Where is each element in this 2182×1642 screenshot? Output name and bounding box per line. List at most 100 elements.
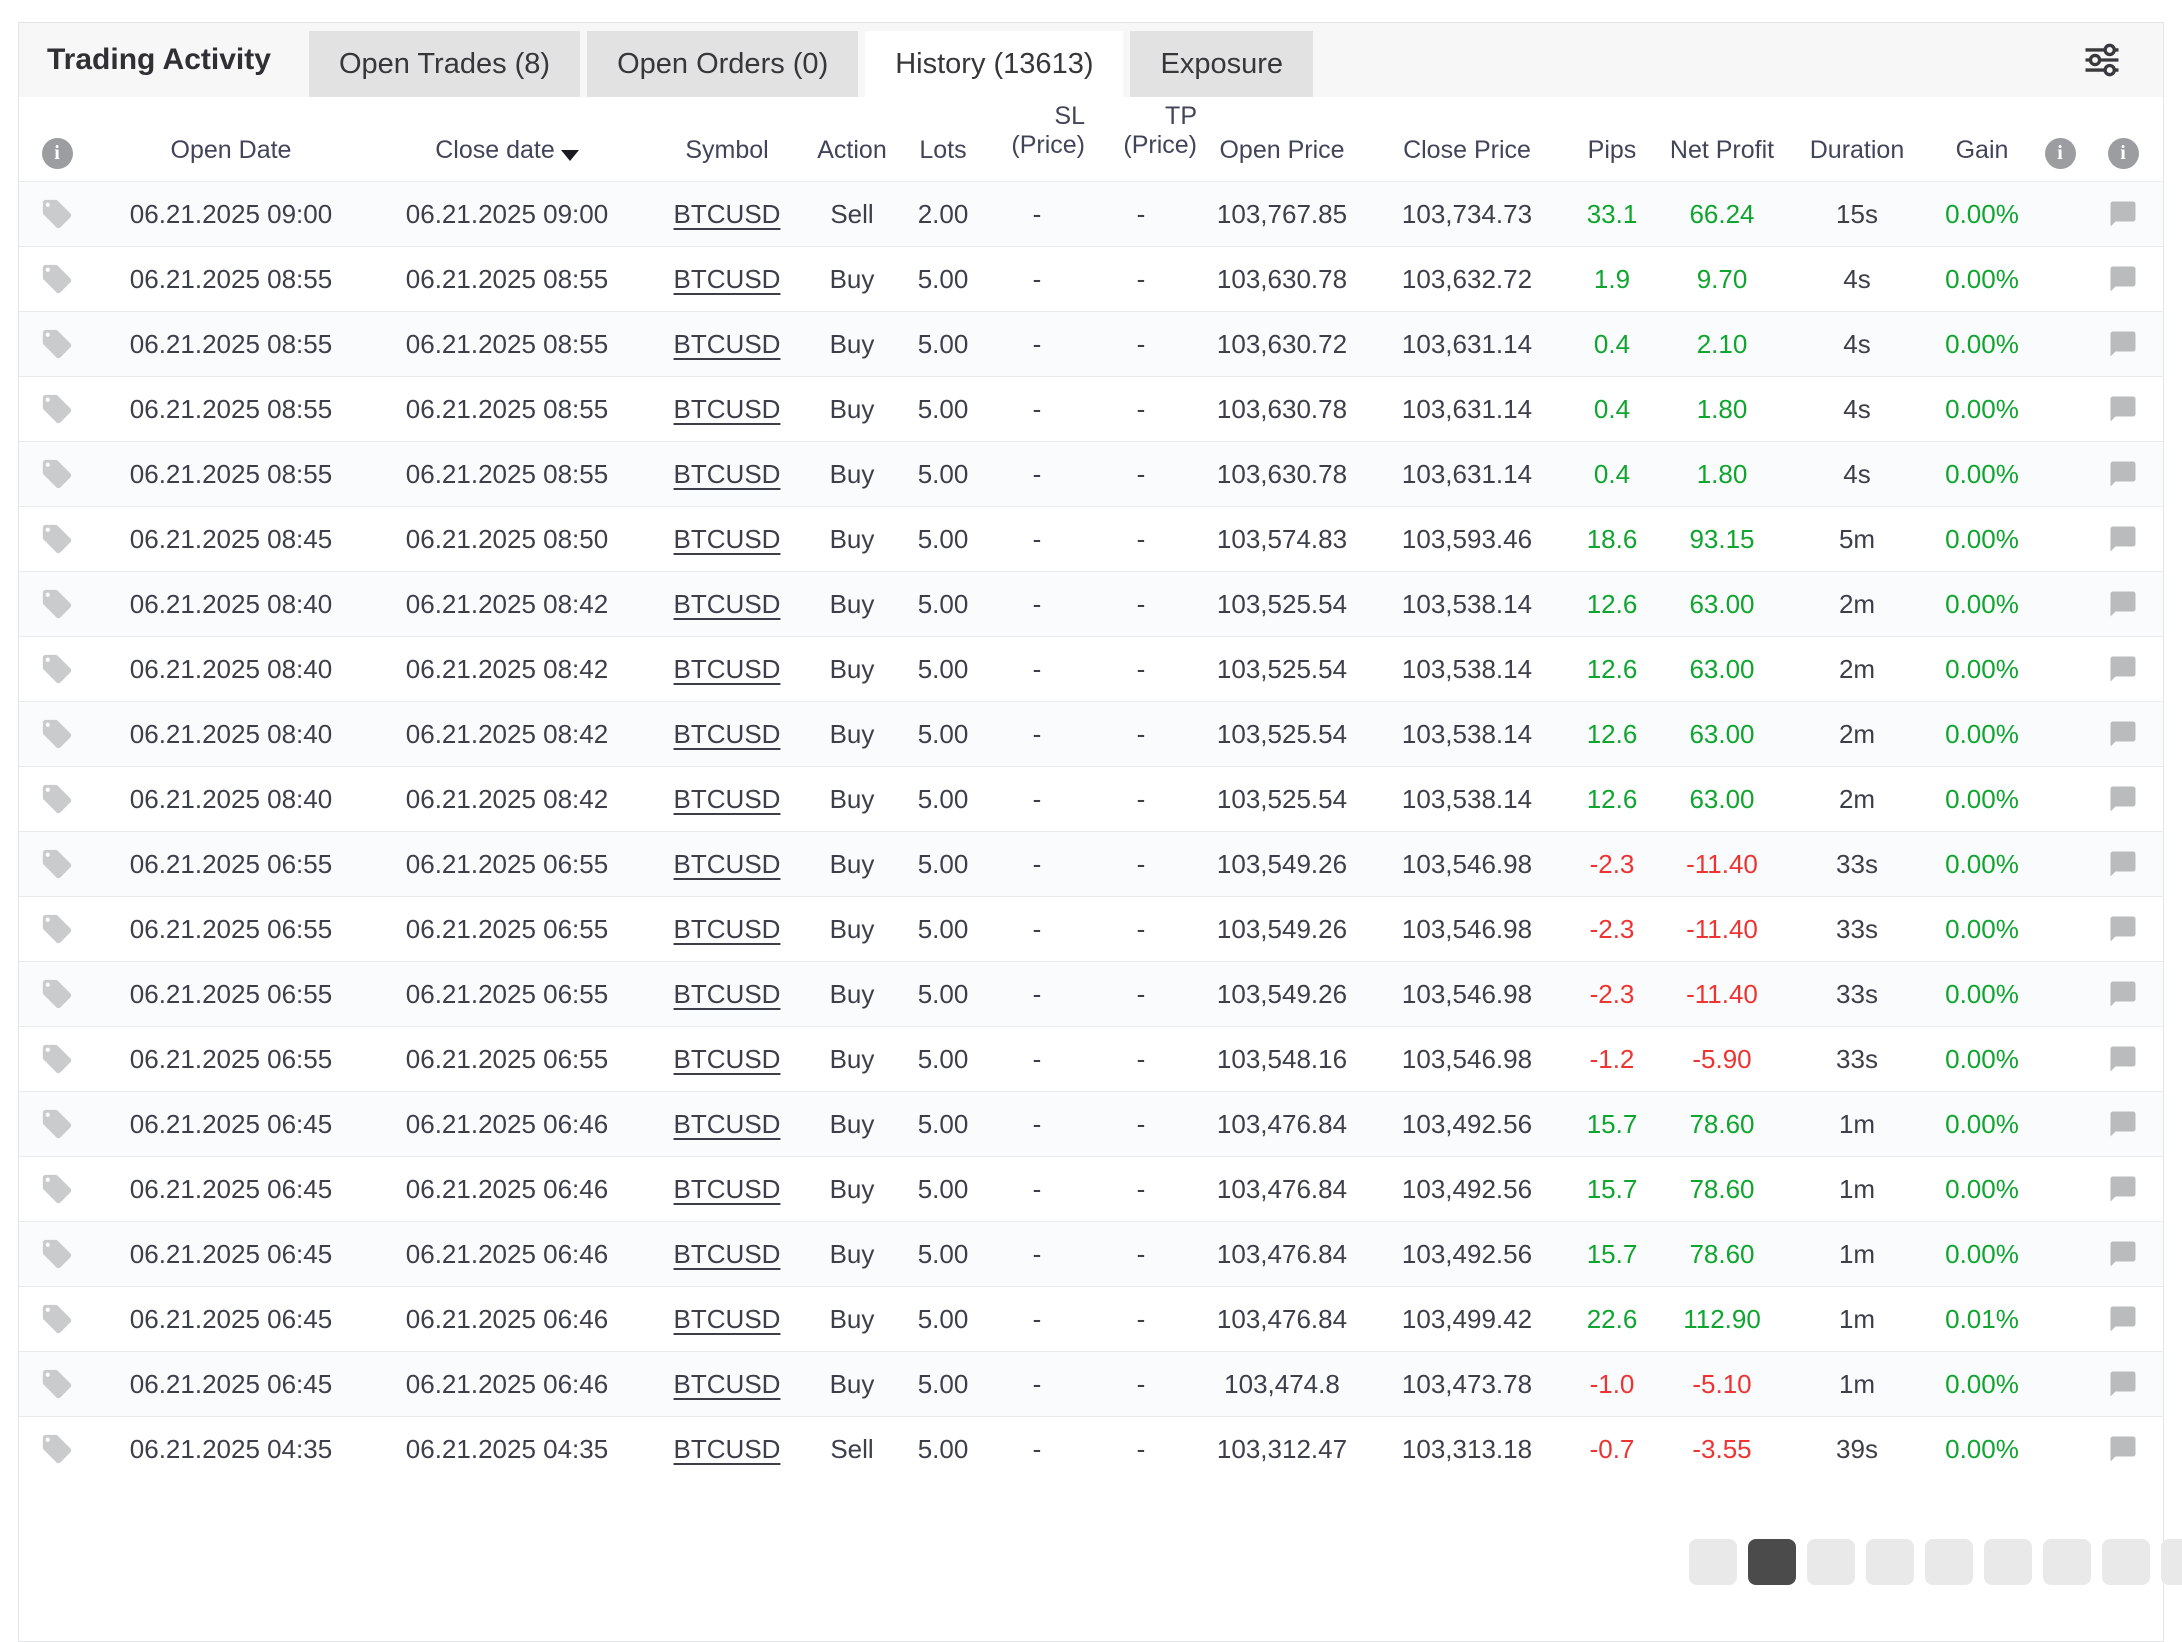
column-action[interactable]: Action [807, 97, 897, 181]
comment-icon[interactable] [2108, 1239, 2138, 1269]
comment-icon[interactable] [2108, 719, 2138, 749]
column-open-price[interactable]: Open Price [1197, 97, 1367, 181]
comment-icon[interactable] [2108, 264, 2138, 294]
tag-icon[interactable] [40, 587, 74, 621]
tag-icon[interactable] [40, 782, 74, 816]
tag-icon[interactable] [40, 1237, 74, 1271]
column-net-profit[interactable]: Net Profit [1657, 97, 1787, 181]
column-lots[interactable]: Lots [897, 97, 989, 181]
tab-exposure[interactable]: Exposure [1130, 31, 1313, 97]
symbol-link[interactable]: BTCUSD [674, 1239, 781, 1270]
tag-icon[interactable] [40, 652, 74, 686]
comment-icon[interactable] [2108, 784, 2138, 814]
comment-icon[interactable] [2108, 1304, 2138, 1334]
page-button[interactable] [1866, 1539, 1914, 1585]
symbol-link[interactable]: BTCUSD [674, 914, 781, 945]
page-button[interactable] [2161, 1539, 2182, 1585]
sl-price-cell: - [989, 1417, 1085, 1481]
symbol-link[interactable]: BTCUSD [674, 459, 781, 490]
symbol-link[interactable]: BTCUSD [674, 849, 781, 880]
tag-icon[interactable] [40, 847, 74, 881]
comment-icon[interactable] [2108, 1174, 2138, 1204]
symbol-link[interactable]: BTCUSD [674, 784, 781, 815]
open-price-cell: 103,476.84 [1197, 1222, 1367, 1286]
symbol-link[interactable]: BTCUSD [674, 1369, 781, 1400]
sl-price-cell: - [989, 312, 1085, 376]
tab-open-trades[interactable]: Open Trades (8) [309, 31, 580, 97]
column-duration[interactable]: Duration [1787, 97, 1927, 181]
tag-icon[interactable] [40, 1107, 74, 1141]
tag-icon[interactable] [40, 262, 74, 296]
comment-icon[interactable] [2108, 459, 2138, 489]
page-button[interactable] [1689, 1539, 1737, 1585]
column-tp-price[interactable]: TP (Price) [1085, 97, 1197, 181]
symbol-link[interactable]: BTCUSD [674, 1174, 781, 1205]
page-button[interactable] [2102, 1539, 2150, 1585]
tag-icon[interactable] [40, 1432, 74, 1466]
symbol-link[interactable]: BTCUSD [674, 524, 781, 555]
comment-icon[interactable] [2108, 524, 2138, 554]
tab-history[interactable]: History (13613) [865, 31, 1123, 97]
symbol-link[interactable]: BTCUSD [674, 394, 781, 425]
tag-icon[interactable] [40, 1367, 74, 1401]
page-button[interactable] [1984, 1539, 2032, 1585]
header-info-left[interactable]: i [19, 97, 95, 181]
open-date-cell: 06.21.2025 06:45 [95, 1352, 367, 1416]
tag-icon[interactable] [40, 1302, 74, 1336]
column-sl-price[interactable]: SL (Price) [989, 97, 1085, 181]
comment-icon[interactable] [2108, 849, 2138, 879]
page-button-current[interactable] [1748, 1539, 1796, 1585]
column-close-date[interactable]: Close date [367, 97, 647, 181]
tag-icon[interactable] [40, 717, 74, 751]
tag-icon[interactable] [40, 327, 74, 361]
tag-icon[interactable] [40, 457, 74, 491]
tag-icon[interactable] [40, 977, 74, 1011]
comment-icon[interactable] [2108, 979, 2138, 1009]
tp-price-cell: - [1085, 897, 1197, 961]
symbol-link[interactable]: BTCUSD [674, 1304, 781, 1335]
comment-icon[interactable] [2108, 394, 2138, 424]
column-open-date[interactable]: Open Date [95, 97, 367, 181]
comment-icon[interactable] [2108, 329, 2138, 359]
column-gain[interactable]: Gain [1927, 97, 2037, 181]
page-button[interactable] [2043, 1539, 2091, 1585]
header-info-1[interactable]: i [2037, 97, 2083, 181]
action-cell: Buy [807, 247, 897, 311]
column-pips[interactable]: Pips [1567, 97, 1657, 181]
symbol-link[interactable]: BTCUSD [674, 1044, 781, 1075]
comment-icon[interactable] [2108, 1044, 2138, 1074]
tag-cell [19, 1287, 95, 1351]
symbol-link[interactable]: BTCUSD [674, 1434, 781, 1465]
comment-icon[interactable] [2108, 199, 2138, 229]
comment-icon[interactable] [2108, 914, 2138, 944]
open-date-cell: 06.21.2025 08:55 [95, 442, 367, 506]
comment-icon[interactable] [2108, 1434, 2138, 1464]
page-button[interactable] [1807, 1539, 1855, 1585]
symbol-link[interactable]: BTCUSD [674, 199, 781, 230]
page-button[interactable] [1925, 1539, 1973, 1585]
tag-icon[interactable] [40, 1042, 74, 1076]
lots-cell: 5.00 [897, 377, 989, 441]
column-symbol[interactable]: Symbol [647, 97, 807, 181]
symbol-link[interactable]: BTCUSD [674, 589, 781, 620]
comment-icon[interactable] [2108, 654, 2138, 684]
symbol-link[interactable]: BTCUSD [674, 264, 781, 295]
tag-icon[interactable] [40, 912, 74, 946]
filter-sliders-icon[interactable] [2079, 37, 2125, 83]
symbol-link[interactable]: BTCUSD [674, 719, 781, 750]
tag-icon[interactable] [40, 522, 74, 556]
tag-icon[interactable] [40, 197, 74, 231]
comment-icon[interactable] [2108, 1369, 2138, 1399]
symbol-link[interactable]: BTCUSD [674, 979, 781, 1010]
header-info-2[interactable]: i [2083, 97, 2163, 181]
symbol-link[interactable]: BTCUSD [674, 1109, 781, 1140]
tag-icon[interactable] [40, 392, 74, 426]
symbol-link[interactable]: BTCUSD [674, 329, 781, 360]
comment-icon[interactable] [2108, 589, 2138, 619]
info-spacer-cell [2037, 897, 2083, 961]
tag-icon[interactable] [40, 1172, 74, 1206]
tab-open-orders[interactable]: Open Orders (0) [587, 31, 858, 97]
comment-icon[interactable] [2108, 1109, 2138, 1139]
symbol-link[interactable]: BTCUSD [674, 654, 781, 685]
column-close-price[interactable]: Close Price [1367, 97, 1567, 181]
